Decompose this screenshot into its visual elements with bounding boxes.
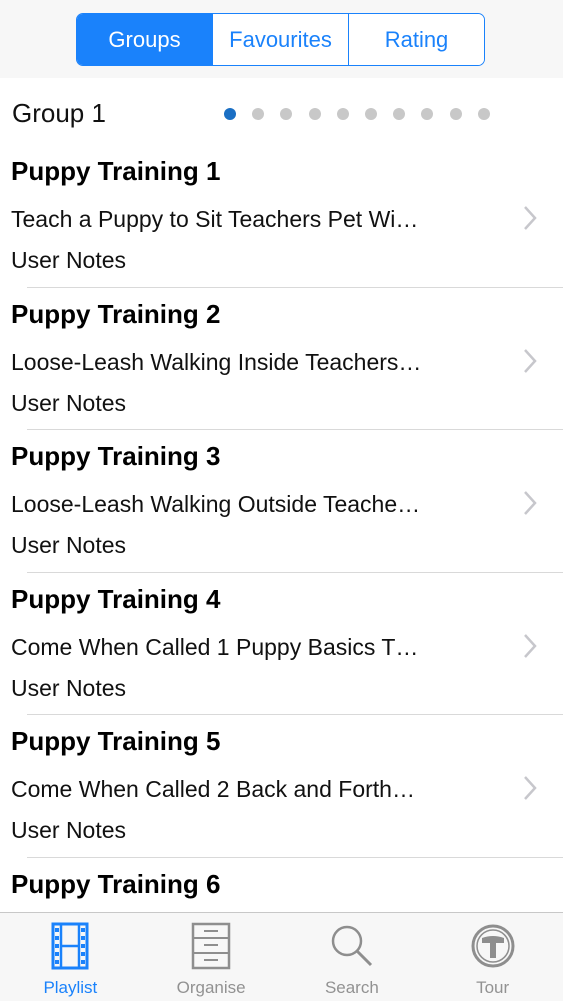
segment-favourites[interactable]: Favourites (212, 14, 348, 65)
page-dot[interactable] (280, 108, 293, 120)
playlist-list: Puppy Training 1 Teach a Puppy to Sit Te… (0, 145, 563, 1000)
tab-tour[interactable]: Tour (422, 913, 563, 1001)
tour-icon (471, 924, 515, 968)
item-notes: User Notes (11, 389, 127, 416)
list-item[interactable]: Puppy Training 4 Come When Called 1 Pupp… (0, 573, 563, 715)
item-subtitle: Loose-Leash Walking Inside Teachers… (11, 348, 422, 375)
page-dot[interactable] (364, 108, 377, 120)
item-subtitle: Come When Called 2 Back and Forth… (11, 776, 415, 802)
item-title: Puppy Training 2 (11, 298, 221, 329)
item-notes: User Notes (11, 674, 127, 701)
page-dot[interactable] (336, 108, 349, 120)
list-item[interactable]: Puppy Training 1 Teach a Puppy to Sit Te… (0, 145, 563, 288)
list-item[interactable]: Puppy Training 5 Come When Called 2 Back… (0, 715, 563, 858)
page-dot[interactable] (252, 108, 265, 120)
cabinet-icon (191, 922, 231, 970)
item-title: Puppy Training 4 (11, 583, 221, 614)
item-title: Puppy Training 6 (11, 868, 221, 899)
chevron-right-icon (524, 348, 537, 373)
page-dot[interactable] (393, 108, 406, 120)
page-dot[interactable] (421, 108, 434, 120)
list-item[interactable]: Puppy Training 3 Loose-Leash Walking Out… (0, 430, 563, 573)
item-title: Puppy Training 5 (11, 726, 221, 756)
tab-label: Playlist (43, 978, 98, 997)
magnifier-icon (331, 925, 372, 967)
item-subtitle: Come When Called 1 Puppy Basics T… (11, 633, 419, 660)
page-dot[interactable] (449, 108, 462, 120)
item-notes: User Notes (11, 817, 127, 843)
page-indicator[interactable] (224, 108, 490, 120)
chevron-right-icon (524, 776, 537, 800)
tab-search[interactable]: Search (282, 913, 423, 1001)
chevron-right-icon (524, 206, 537, 230)
segment-rating[interactable]: Rating (348, 14, 484, 65)
item-subtitle: Loose-Leash Walking Outside Teache… (11, 491, 421, 517)
segment-groups[interactable]: Groups (77, 14, 212, 65)
item-notes: User Notes (11, 247, 127, 273)
page-dot[interactable] (308, 108, 321, 120)
item-title: Puppy Training 3 (11, 441, 221, 471)
item-title: Puppy Training 1 (11, 156, 221, 186)
film-strip-icon (51, 922, 89, 970)
tab-playlist[interactable]: Playlist (0, 913, 141, 1001)
chevron-right-icon (524, 633, 537, 658)
page-dot[interactable] (224, 108, 236, 120)
segmented-control: Groups Favourites Rating (76, 13, 485, 66)
page-dot[interactable] (477, 108, 490, 120)
chevron-right-icon (524, 491, 537, 515)
segmented-header: Groups Favourites Rating (0, 0, 563, 78)
group-title: Group 1 (12, 98, 106, 128)
item-subtitle: Teach a Puppy to Sit Teachers Pet Wi… (11, 206, 419, 232)
tab-bar: Playlist Organise Search Tour (0, 912, 563, 1001)
tab-organise[interactable]: Organise (141, 913, 282, 1001)
tab-label: Tour (476, 978, 510, 997)
tab-label: Organise (176, 978, 246, 997)
list-item[interactable]: Puppy Training 2 Loose-Leash Walking Ins… (0, 288, 563, 430)
tab-label: Search (324, 978, 379, 997)
item-notes: User Notes (11, 532, 127, 558)
